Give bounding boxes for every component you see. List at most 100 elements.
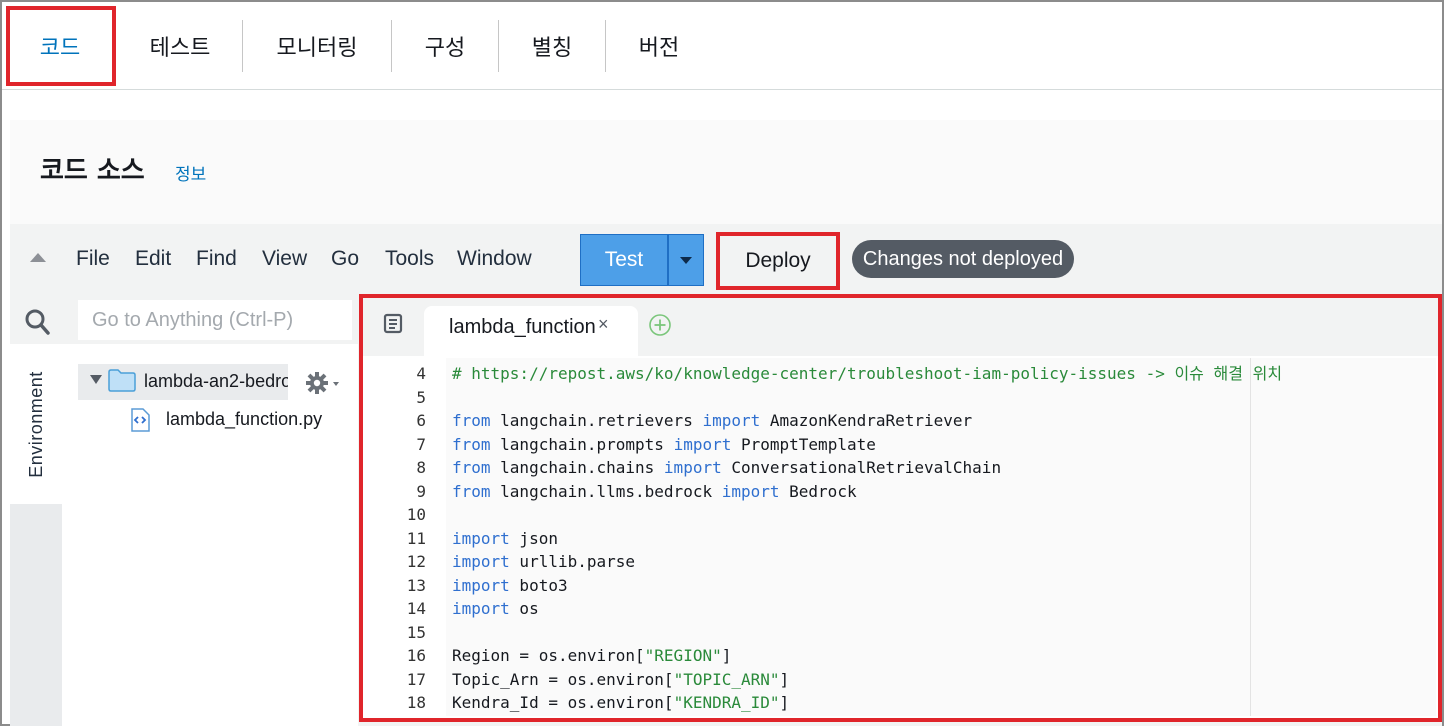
- code-line[interactable]: 12 import urllib.parse: [366, 550, 635, 574]
- code-token: import: [452, 552, 510, 571]
- code-text: from langchain.retrievers import AmazonK…: [426, 409, 972, 433]
- code-text: Kendra_Id = os.environ["KENDRA_ID"]: [426, 691, 789, 715]
- code-line[interactable]: 8 from langchain.chains import Conversati…: [366, 456, 1001, 480]
- code-text: import os: [426, 597, 539, 621]
- line-number: 11: [406, 528, 426, 548]
- tab-versions[interactable]: 버전: [606, 2, 712, 90]
- line-number: 7: [416, 434, 426, 454]
- menu-view[interactable]: View: [262, 247, 307, 271]
- code-token: Kendra_Id = os.environ[: [452, 693, 674, 712]
- line-number: 8: [416, 458, 426, 477]
- line-number: 5: [416, 387, 426, 407]
- code-token: Region = os.environ[: [452, 646, 645, 665]
- menu-tools[interactable]: Tools: [385, 247, 434, 271]
- line-number: 10: [406, 505, 426, 524]
- deploy-button[interactable]: Deploy: [719, 236, 837, 286]
- line-number: 9: [416, 481, 426, 501]
- code-token: import: [673, 434, 732, 454]
- tab-configuration[interactable]: 구성: [392, 2, 498, 90]
- code-line[interactable]: 6 from langchain.retrievers import Amazon…: [366, 409, 972, 433]
- code-line[interactable]: 18 Kendra_Id = os.environ["KENDRA_ID"]: [366, 691, 789, 715]
- code-line[interactable]: 14 import os: [366, 597, 539, 621]
- code-line[interactable]: 15: [366, 621, 452, 645]
- code-token: import: [663, 458, 722, 477]
- caret-down-icon: [680, 256, 692, 264]
- file-label[interactable]: lambda_function.py: [166, 409, 322, 430]
- info-link[interactable]: 정보: [175, 160, 206, 185]
- file-tree: [62, 344, 358, 726]
- code-token: ConversationalRetrievalChain: [721, 458, 1002, 477]
- test-dropdown-button[interactable]: [668, 234, 704, 286]
- code-line[interactable]: 7 from langchain.prompts import PromptTem…: [366, 433, 876, 457]
- code-text: import boto3: [426, 574, 568, 598]
- code-line[interactable]: 16 Region = os.environ["REGION"]: [366, 644, 732, 668]
- tab-list-icon[interactable]: [382, 312, 404, 334]
- code-line[interactable]: 10: [366, 503, 452, 527]
- search-icon[interactable]: [24, 308, 50, 336]
- code-token: from: [452, 481, 491, 501]
- line-number: 6: [416, 411, 426, 430]
- code-text: import urllib.parse: [426, 550, 635, 574]
- line-number: 4: [416, 364, 426, 383]
- print-margin-line: [1250, 358, 1251, 716]
- code-token: import: [702, 411, 761, 430]
- status-badge: Changes not deployed: [852, 240, 1074, 278]
- code-token: Bedrock: [779, 481, 857, 501]
- code-token: json: [509, 528, 558, 548]
- code-token: ]: [779, 669, 790, 689]
- code-text: Region = os.environ["REGION"]: [426, 644, 731, 668]
- code-token: AmazonKendraRetriever: [760, 411, 973, 430]
- code-token: import: [452, 599, 510, 618]
- menu-go[interactable]: Go: [331, 247, 359, 271]
- page-title: 코드 소스: [40, 156, 145, 186]
- menu-edit[interactable]: Edit: [135, 247, 171, 271]
- code-token: os: [509, 599, 539, 618]
- code-token: ]: [721, 646, 732, 665]
- code-line[interactable]: 13 import boto3: [366, 574, 568, 598]
- tab-code[interactable]: 코드: [2, 2, 118, 90]
- code-line[interactable]: 17 Topic_Arn = os.environ["TOPIC_ARN"]: [366, 668, 789, 692]
- code-token: langchain.llms.bedrock: [490, 481, 722, 501]
- tab-aliases[interactable]: 별칭: [499, 2, 605, 90]
- code-token: from: [452, 458, 491, 477]
- line-number: 18: [406, 693, 426, 712]
- line-number: 17: [406, 669, 426, 689]
- line-number: 13: [406, 575, 426, 595]
- add-tab-icon[interactable]: [648, 313, 672, 337]
- code-line[interactable]: 11 import json: [366, 527, 558, 551]
- code-token: Topic_Arn = os.environ[: [452, 669, 674, 689]
- code-text: from langchain.llms.bedrock import Bedro…: [426, 480, 857, 504]
- tab-test[interactable]: 테스트: [118, 2, 242, 90]
- code-line[interactable]: 5: [366, 386, 452, 410]
- menu-window[interactable]: Window: [457, 247, 532, 271]
- folder-icon: [108, 369, 136, 392]
- code-token: import: [452, 575, 510, 595]
- line-number: 15: [406, 622, 426, 642]
- line-number: 12: [406, 552, 426, 571]
- code-text: from langchain.prompts import PromptTemp…: [426, 433, 876, 457]
- gear-icon[interactable]: [305, 370, 341, 396]
- menu-find[interactable]: Find: [196, 247, 237, 271]
- editor-tab-label[interactable]: lambda_function: [449, 316, 596, 339]
- code-line[interactable]: 9 from langchain.llms.bedrock import Bedr…: [366, 480, 857, 504]
- environment-tab[interactable]: Environment: [10, 344, 62, 504]
- close-icon[interactable]: ×: [598, 314, 609, 335]
- code-token: "TOPIC_ARN": [673, 669, 780, 689]
- code-token: langchain.chains: [490, 458, 664, 477]
- test-button[interactable]: Test: [580, 234, 668, 286]
- code-text: Topic_Arn = os.environ["TOPIC_ARN"]: [426, 668, 789, 692]
- expand-triangle-icon[interactable]: [90, 375, 102, 384]
- code-token: # https://repost.aws/ko/knowledge-center…: [452, 364, 1283, 383]
- section-header: [10, 120, 1442, 224]
- menu-file[interactable]: File: [76, 247, 110, 271]
- tab-monitoring[interactable]: 모니터링: [243, 2, 391, 90]
- code-token: from: [452, 411, 491, 430]
- code-line[interactable]: 4 # https://repost.aws/ko/knowledge-cente…: [366, 362, 1282, 386]
- code-token: import: [721, 481, 780, 501]
- go-to-anything-input[interactable]: [78, 300, 352, 340]
- code-token: import: [452, 528, 510, 548]
- line-number: 16: [406, 646, 426, 665]
- collapse-up-icon[interactable]: [30, 253, 46, 262]
